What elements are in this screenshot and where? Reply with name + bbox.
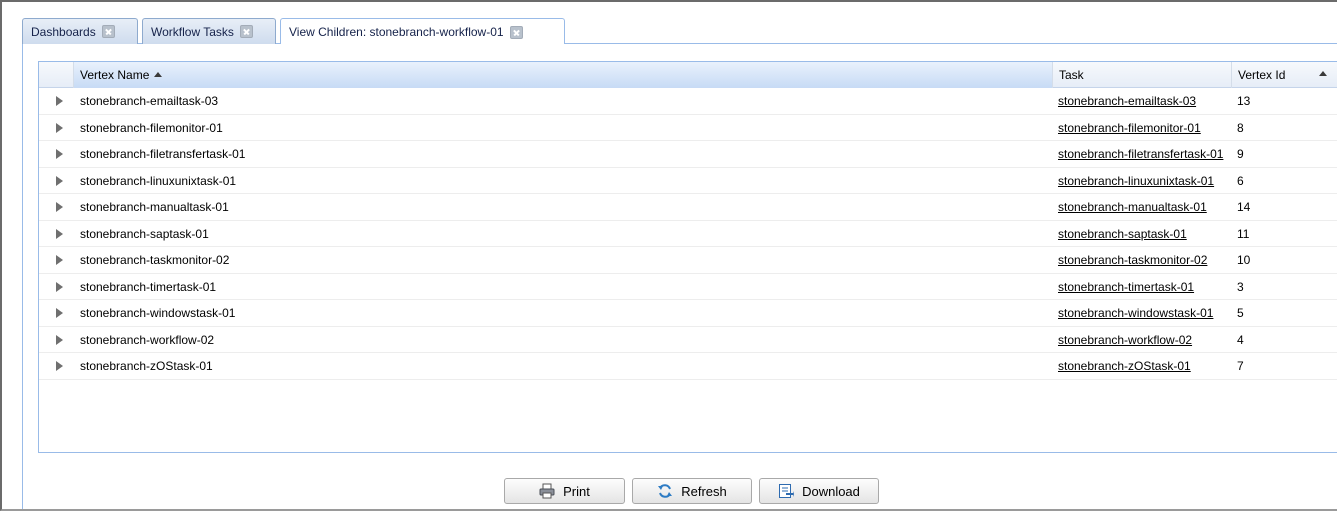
sort-ascending-icon — [154, 72, 163, 77]
download-icon — [778, 483, 795, 499]
table-row[interactable]: stonebranch-manualtask-01 stonebranch-man… — [39, 194, 1337, 221]
task-cell: stonebranch-zOStask-01 — [1052, 353, 1242, 379]
triangle-right-icon[interactable] — [56, 228, 63, 239]
task-link[interactable]: stonebranch-timertask-01 — [1058, 280, 1194, 294]
table-row[interactable]: stonebranch-saptask-01 stonebranch-saptas… — [39, 221, 1337, 247]
task-cell: stonebranch-taskmonitor-02 — [1052, 247, 1242, 273]
task-link[interactable]: stonebranch-filemonitor-01 — [1058, 121, 1201, 135]
table-row[interactable]: stonebranch-workflow-02 stonebranch-workf… — [39, 327, 1337, 353]
vertex-name-cell: stonebranch-workflow-02 — [80, 332, 215, 347]
task-link[interactable]: stonebranch-manualtask-01 — [1058, 200, 1207, 214]
grid-body: stonebranch-emailtask-03 stonebranch-emai… — [39, 88, 1337, 380]
task-link[interactable]: stonebranch-saptask-01 — [1058, 227, 1187, 241]
print-label: Print — [563, 483, 590, 499]
vertex-name-cell: stonebranch-saptask-01 — [80, 226, 209, 241]
task-link[interactable]: stonebranch-linuxunixtask-01 — [1058, 174, 1214, 188]
triangle-right-icon[interactable] — [56, 202, 63, 212]
task-link[interactable]: stonebranch-taskmonitor-02 — [1058, 253, 1207, 267]
close-icon[interactable] — [509, 25, 523, 39]
column-label: Task — [1059, 68, 1084, 82]
refresh-icon — [657, 483, 673, 499]
printer-icon — [539, 483, 555, 499]
vertex-name-cell: stonebranch-taskmonitor-02 — [80, 253, 230, 267]
task-link[interactable]: stonebranch-zOStask-01 — [1058, 359, 1191, 373]
column-label: Vertex Name — [80, 68, 150, 82]
window-frame: Dashboards Workflow Tasks View Children:… — [0, 0, 1337, 511]
task-cell: stonebranch-linuxunixtask-01 — [1052, 168, 1242, 194]
vertex-name-cell: stonebranch-filetransfertask-01 — [80, 147, 246, 161]
triangle-right-icon[interactable] — [56, 308, 63, 318]
vertex-id-cell: 13 — [1237, 94, 1251, 108]
vertex-name-cell: stonebranch-timertask-01 — [80, 279, 217, 294]
close-icon[interactable] — [239, 25, 253, 38]
close-icon[interactable] — [101, 25, 115, 38]
vertex-id-cell: 8 — [1237, 120, 1244, 135]
column-header-vertex-id[interactable]: Vertex Id — [1231, 62, 1331, 88]
vertex-name-cell: stonebranch-emailtask-03 — [80, 94, 219, 108]
column-header-vertex-name[interactable]: Vertex Name — [73, 62, 1052, 88]
tab-label: Dashboards — [31, 24, 96, 39]
download-button[interactable]: Download — [759, 478, 879, 504]
task-link[interactable]: stonebranch-windowstask-01 — [1058, 306, 1213, 320]
vertex-id-cell: 6 — [1237, 173, 1244, 188]
task-cell: stonebranch-filemonitor-01 — [1052, 115, 1242, 141]
task-cell: stonebranch-timertask-01 — [1052, 274, 1242, 300]
vertex-id-cell: 11 — [1237, 226, 1250, 241]
vertex-id-cell: 5 — [1237, 306, 1244, 320]
vertex-name-cell: stonebranch-manualtask-01 — [80, 200, 229, 214]
refresh-label: Refresh — [681, 483, 727, 499]
tab-dashboards[interactable]: Dashboards — [22, 18, 138, 44]
task-link[interactable]: stonebranch-filetransfertask-01 — [1058, 147, 1223, 161]
vertex-id-cell: 10 — [1237, 253, 1251, 267]
table-row[interactable]: stonebranch-linuxunixtask-01 stonebranch-… — [39, 168, 1337, 194]
button-bar: Print Refresh Download — [2, 478, 1337, 504]
vertex-name-cell: stonebranch-windowstask-01 — [80, 306, 236, 320]
print-button[interactable]: Print — [504, 478, 625, 504]
tab-panel: Vertex Name Task Vertex Id stonebranch-e… — [22, 44, 1337, 509]
grid-header: Vertex Name Task Vertex Id — [39, 62, 1337, 88]
vertex-id-cell: 14 — [1237, 200, 1251, 214]
table-row[interactable]: stonebranch-emailtask-03 stonebranch-emai… — [39, 88, 1337, 115]
triangle-right-icon[interactable] — [56, 96, 63, 106]
triangle-right-icon[interactable] — [56, 281, 63, 292]
triangle-right-icon[interactable] — [56, 361, 63, 371]
vertex-id-cell: 9 — [1237, 147, 1244, 161]
tab-label: Workflow Tasks — [151, 24, 234, 39]
triangle-right-icon[interactable] — [56, 149, 63, 159]
tab-label: View Children: stonebranch-workflow-01 — [289, 25, 504, 39]
scroll-up-icon[interactable] — [1319, 71, 1327, 76]
vertex-id-cell: 3 — [1237, 279, 1244, 294]
vertex-name-cell: stonebranch-zOStask-01 — [80, 359, 213, 373]
table-row[interactable]: stonebranch-taskmonitor-02 stonebranch-ta… — [39, 247, 1337, 274]
task-link[interactable]: stonebranch-workflow-02 — [1058, 333, 1192, 347]
triangle-right-icon[interactable] — [56, 122, 63, 133]
column-header-task[interactable]: Task — [1052, 62, 1231, 88]
table-row[interactable]: stonebranch-filemonitor-01 stonebranch-fi… — [39, 115, 1337, 141]
table-row[interactable]: stonebranch-timertask-01 stonebranch-time… — [39, 274, 1337, 300]
table-row[interactable]: stonebranch-zOStask-01 stonebranch-zOStas… — [39, 353, 1337, 380]
task-cell: stonebranch-filetransfertask-01 — [1052, 141, 1242, 167]
tab-view-children[interactable]: View Children: stonebranch-workflow-01 — [280, 18, 565, 45]
vertex-id-cell: 7 — [1237, 359, 1244, 373]
task-link[interactable]: stonebranch-emailtask-03 — [1058, 94, 1196, 108]
children-grid: Vertex Name Task Vertex Id stonebranch-e… — [38, 61, 1337, 453]
table-row[interactable]: stonebranch-windowstask-01 stonebranch-wi… — [39, 300, 1337, 327]
download-label: Download — [802, 483, 860, 499]
task-cell: stonebranch-workflow-02 — [1052, 327, 1242, 353]
triangle-right-icon[interactable] — [56, 334, 63, 345]
tab-workflow-tasks[interactable]: Workflow Tasks — [142, 18, 276, 44]
vertex-name-cell: stonebranch-linuxunixtask-01 — [80, 173, 237, 188]
refresh-button[interactable]: Refresh — [632, 478, 752, 504]
column-label: Vertex Id — [1238, 68, 1286, 82]
triangle-right-icon[interactable] — [56, 255, 63, 265]
task-cell: stonebranch-manualtask-01 — [1052, 194, 1242, 220]
vertex-name-cell: stonebranch-filemonitor-01 — [80, 120, 223, 135]
triangle-right-icon[interactable] — [56, 175, 63, 186]
task-cell: stonebranch-saptask-01 — [1052, 221, 1242, 247]
task-cell: stonebranch-emailtask-03 — [1052, 88, 1242, 114]
tab-bar: Dashboards Workflow Tasks View Children:… — [22, 18, 1337, 45]
table-row[interactable]: stonebranch-filetransfertask-01 stonebran… — [39, 141, 1337, 168]
task-cell: stonebranch-windowstask-01 — [1052, 300, 1242, 326]
vertex-id-cell: 4 — [1237, 332, 1244, 347]
